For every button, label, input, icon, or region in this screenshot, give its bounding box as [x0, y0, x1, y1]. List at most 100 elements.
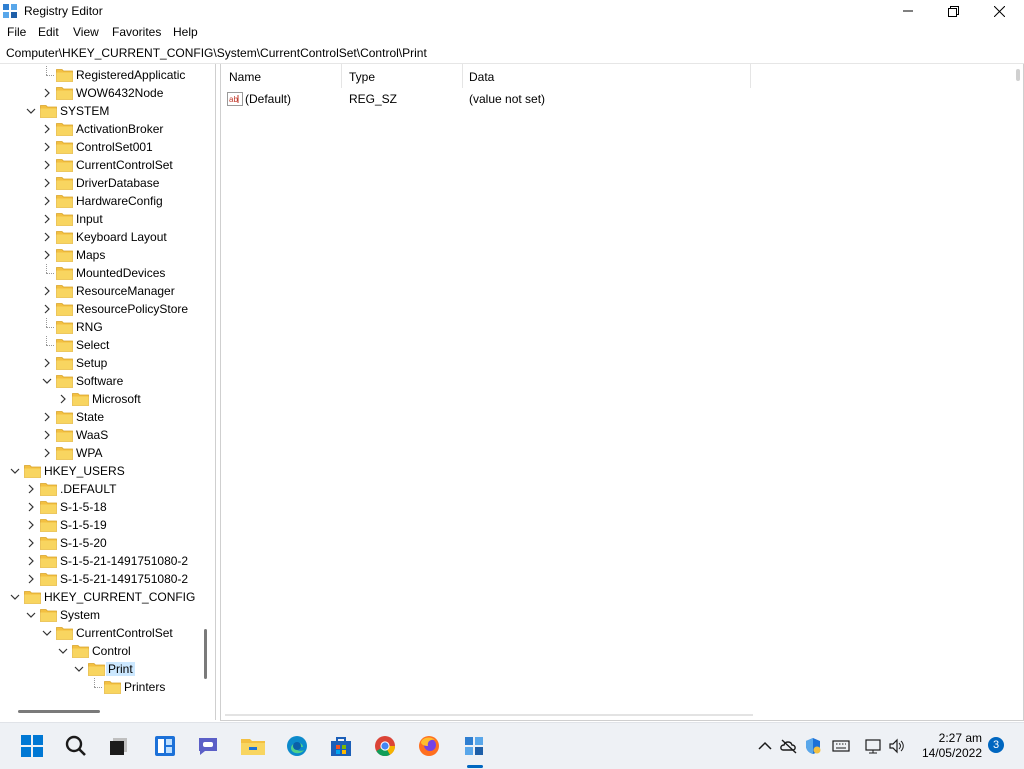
tree-node[interactable]: RNG	[0, 318, 200, 336]
column-data-header[interactable]: Data	[469, 70, 494, 84]
address-bar[interactable]: Computer\HKEY_CURRENT_CONFIG\System\Curr…	[0, 44, 1024, 64]
tree-node[interactable]: S-1-5-21-1491751080-2	[0, 552, 200, 570]
tree-horizontal-scroll-thumb[interactable]	[18, 710, 100, 713]
menu-file[interactable]: File	[7, 25, 26, 39]
minimize-button[interactable]	[885, 0, 931, 22]
tree-node[interactable]: Software	[0, 372, 200, 390]
tree-node[interactable]: CurrentControlSet	[0, 624, 200, 642]
chevron-down-icon[interactable]	[26, 106, 36, 116]
chevron-right-icon[interactable]	[42, 304, 52, 314]
chevron-right-icon[interactable]	[42, 448, 52, 458]
chevron-right-icon[interactable]	[26, 556, 36, 566]
widgets-button[interactable]	[152, 733, 178, 759]
volume-icon[interactable]	[888, 737, 906, 755]
tree-node[interactable]: RegisteredApplicatic	[0, 66, 200, 84]
chevron-down-icon[interactable]	[42, 628, 52, 638]
chevron-right-icon[interactable]	[42, 88, 52, 98]
tree-node[interactable]: HKEY_CURRENT_CONFIG	[0, 588, 200, 606]
notification-badge[interactable]: 3	[988, 737, 1004, 753]
file-explorer-button[interactable]	[240, 733, 266, 759]
tree-node[interactable]: Control	[0, 642, 200, 660]
tree-node[interactable]: Printers	[0, 678, 200, 696]
tree-node[interactable]: HardwareConfig	[0, 192, 200, 210]
chevron-right-icon[interactable]	[42, 430, 52, 440]
column-separator[interactable]	[462, 64, 463, 88]
column-name-header[interactable]: Name	[229, 70, 261, 84]
menu-favorites[interactable]: Favorites	[112, 25, 161, 39]
values-horizontal-scroll-track[interactable]	[225, 714, 753, 716]
tree-node[interactable]: Microsoft	[0, 390, 200, 408]
close-button[interactable]	[976, 0, 1022, 22]
chevron-right-icon[interactable]	[42, 196, 52, 206]
defender-icon[interactable]	[804, 737, 822, 755]
chrome-button[interactable]	[372, 733, 398, 759]
tree-horizontal-scrollbar[interactable]	[0, 705, 214, 719]
tree-node[interactable]: System	[0, 606, 200, 624]
chevron-up-icon[interactable]	[756, 737, 774, 755]
values-horizontal-scrollbar[interactable]	[221, 712, 1021, 720]
tree-node[interactable]: WPA	[0, 444, 200, 462]
value-row[interactable]: ab (Default) REG_SZ (value not set)	[221, 90, 1021, 108]
menu-help[interactable]: Help	[173, 25, 198, 39]
key-tree[interactable]: RegisteredApplicatic WOW6432Node SYSTEM Act…	[0, 64, 200, 704]
column-separator[interactable]	[341, 64, 342, 88]
chevron-down-icon[interactable]	[26, 610, 36, 620]
tree-node[interactable]: S-1-5-19	[0, 516, 200, 534]
values-list-pane[interactable]: Name Type Data ab (Default) REG_SZ (valu…	[220, 64, 1024, 721]
tree-node[interactable]: Input	[0, 210, 200, 228]
tree-node[interactable]: ControlSet001	[0, 138, 200, 156]
tree-node[interactable]: .DEFAULT	[0, 480, 200, 498]
scroll-up-nub[interactable]	[1016, 69, 1020, 81]
maximize-button[interactable]	[930, 0, 976, 22]
tree-node[interactable]: HKEY_USERS	[0, 462, 200, 480]
tree-vertical-scrollbar[interactable]	[199, 64, 214, 704]
chevron-right-icon[interactable]	[42, 124, 52, 134]
chevron-right-icon[interactable]	[26, 538, 36, 548]
registry-editor-taskbar-button[interactable]	[461, 733, 487, 759]
chevron-right-icon[interactable]	[42, 358, 52, 368]
tree-node[interactable]: ResourceManager	[0, 282, 200, 300]
chevron-right-icon[interactable]	[26, 502, 36, 512]
tree-node[interactable]: Setup	[0, 354, 200, 372]
tree-node[interactable]: Maps	[0, 246, 200, 264]
chevron-right-icon[interactable]	[42, 214, 52, 224]
tree-node[interactable]: S-1-5-21-1491751080-2	[0, 570, 200, 588]
tree-node[interactable]: S-1-5-18	[0, 498, 200, 516]
tree-node[interactable]: SYSTEM	[0, 102, 200, 120]
key-tree-pane[interactable]: RegisteredApplicatic WOW6432Node SYSTEM Act…	[0, 64, 216, 720]
chevron-right-icon[interactable]	[42, 142, 52, 152]
start-button[interactable]	[19, 733, 45, 759]
onedrive-icon[interactable]	[780, 737, 798, 755]
tree-node[interactable]: WOW6432Node	[0, 84, 200, 102]
search-button[interactable]	[63, 733, 89, 759]
chevron-right-icon[interactable]	[42, 412, 52, 422]
edge-button[interactable]	[284, 733, 310, 759]
tree-node[interactable]: S-1-5-20	[0, 534, 200, 552]
chevron-right-icon[interactable]	[26, 484, 36, 494]
teams-chat-button[interactable]	[195, 733, 221, 759]
tree-node[interactable]: ResourcePolicyStore	[0, 300, 200, 318]
values-vertical-scrollbar[interactable]	[1013, 64, 1023, 718]
tree-node[interactable]: Print	[0, 660, 200, 678]
tree-node[interactable]: ActivationBroker	[0, 120, 200, 138]
chevron-right-icon[interactable]	[26, 520, 36, 530]
chevron-down-icon[interactable]	[10, 592, 20, 602]
chevron-right-icon[interactable]	[26, 574, 36, 584]
chevron-right-icon[interactable]	[42, 160, 52, 170]
tree-node[interactable]: MountedDevices	[0, 264, 200, 282]
chevron-down-icon[interactable]	[58, 646, 68, 656]
chevron-right-icon[interactable]	[42, 286, 52, 296]
tree-node[interactable]: Select	[0, 336, 200, 354]
task-view-button[interactable]	[106, 733, 132, 759]
store-button[interactable]	[328, 733, 354, 759]
tree-node[interactable]: CurrentControlSet	[0, 156, 200, 174]
column-type-header[interactable]: Type	[349, 70, 375, 84]
tree-node[interactable]: DriverDatabase	[0, 174, 200, 192]
chevron-down-icon[interactable]	[10, 466, 20, 476]
tree-vertical-scroll-thumb[interactable]	[204, 629, 207, 679]
column-separator[interactable]	[750, 64, 751, 88]
menu-edit[interactable]: Edit	[38, 25, 59, 39]
keyboard-icon[interactable]	[832, 737, 850, 755]
network-icon[interactable]	[864, 737, 882, 755]
chevron-right-icon[interactable]	[42, 232, 52, 242]
